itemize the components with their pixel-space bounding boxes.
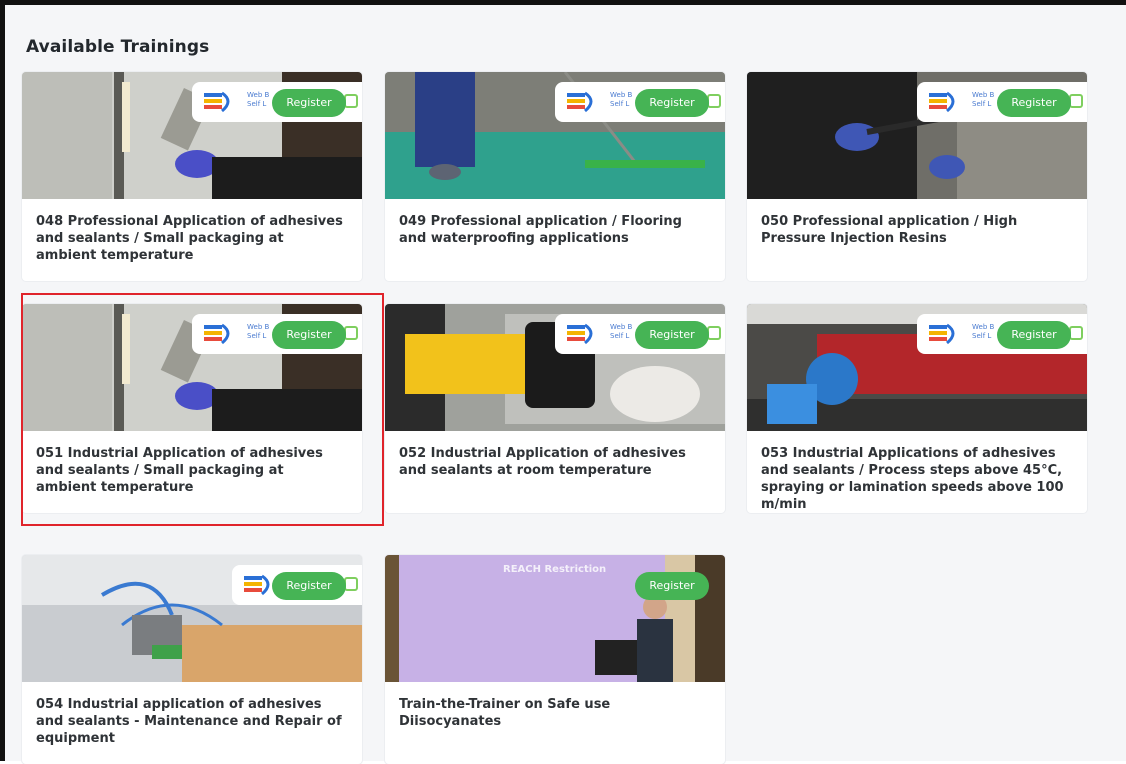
badge-exit-icon: [344, 94, 358, 108]
training-title[interactable]: Train-the-Trainer on Safe use Diisocyana…: [399, 696, 709, 730]
web-learning-logo-icon: [929, 91, 955, 113]
training-title[interactable]: 053 Industrial Applications of adhesives…: [761, 445, 1071, 513]
register-button[interactable]: Register: [997, 321, 1071, 349]
badge-exit-icon: [707, 94, 721, 108]
web-learning-logo-icon: [567, 323, 593, 345]
training-title[interactable]: 052 Industrial Application of adhesives …: [399, 445, 709, 479]
training-card-054[interactable]: Register 054 Industrial application of a…: [22, 555, 362, 764]
badge-text: Web B Self L: [972, 323, 995, 340]
badge-text: Web B Self L: [247, 91, 270, 108]
badge-exit-icon: [1069, 94, 1083, 108]
web-learning-logo-icon: [204, 91, 230, 113]
training-card-053[interactable]: Web B Self L Register 053 Industrial Appl…: [747, 304, 1087, 513]
badge-exit-icon: [344, 577, 358, 591]
register-button[interactable]: Register: [635, 321, 709, 349]
register-button[interactable]: Register: [997, 89, 1071, 117]
register-button[interactable]: Register: [272, 89, 346, 117]
badge-text: Web B Self L: [972, 91, 995, 108]
web-learning-logo-icon: [244, 574, 270, 596]
training-card-049[interactable]: Web B Self L Register 049 Professional ap…: [385, 72, 725, 281]
training-title[interactable]: 050 Professional application / High Pres…: [761, 213, 1071, 247]
training-card-052[interactable]: Web B Self L Register 052 Industrial Appl…: [385, 304, 725, 513]
web-learning-logo-icon: [567, 91, 593, 113]
slide-caption: REACH Restriction: [503, 564, 607, 575]
badge-text: Web B Self L: [610, 323, 633, 340]
register-button[interactable]: Register: [635, 89, 709, 117]
badge-exit-icon: [707, 326, 721, 340]
training-title[interactable]: 049 Professional application / Flooring …: [399, 213, 709, 247]
register-button[interactable]: Register: [272, 572, 346, 600]
badge-text: Web B Self L: [610, 91, 633, 108]
trainings-panel: Available Trainings Web B Self L Registe…: [0, 0, 1126, 764]
training-card-048[interactable]: Web B Self L Register 048 Professional Ap…: [22, 72, 362, 281]
web-learning-logo-icon: [929, 323, 955, 345]
training-title[interactable]: 048 Professional Application of adhesive…: [36, 213, 346, 264]
register-button[interactable]: Register: [635, 572, 709, 600]
training-title[interactable]: 054 Industrial application of adhesives …: [36, 696, 346, 747]
badge-exit-icon: [1069, 326, 1083, 340]
selection-highlight: [21, 293, 384, 526]
page-title: Available Trainings: [26, 37, 210, 57]
training-card-050[interactable]: Web B Self L Register 050 Professional ap…: [747, 72, 1087, 281]
training-card-train-the-trainer[interactable]: REACH Restriction Register Train-the-Tra…: [385, 555, 725, 764]
